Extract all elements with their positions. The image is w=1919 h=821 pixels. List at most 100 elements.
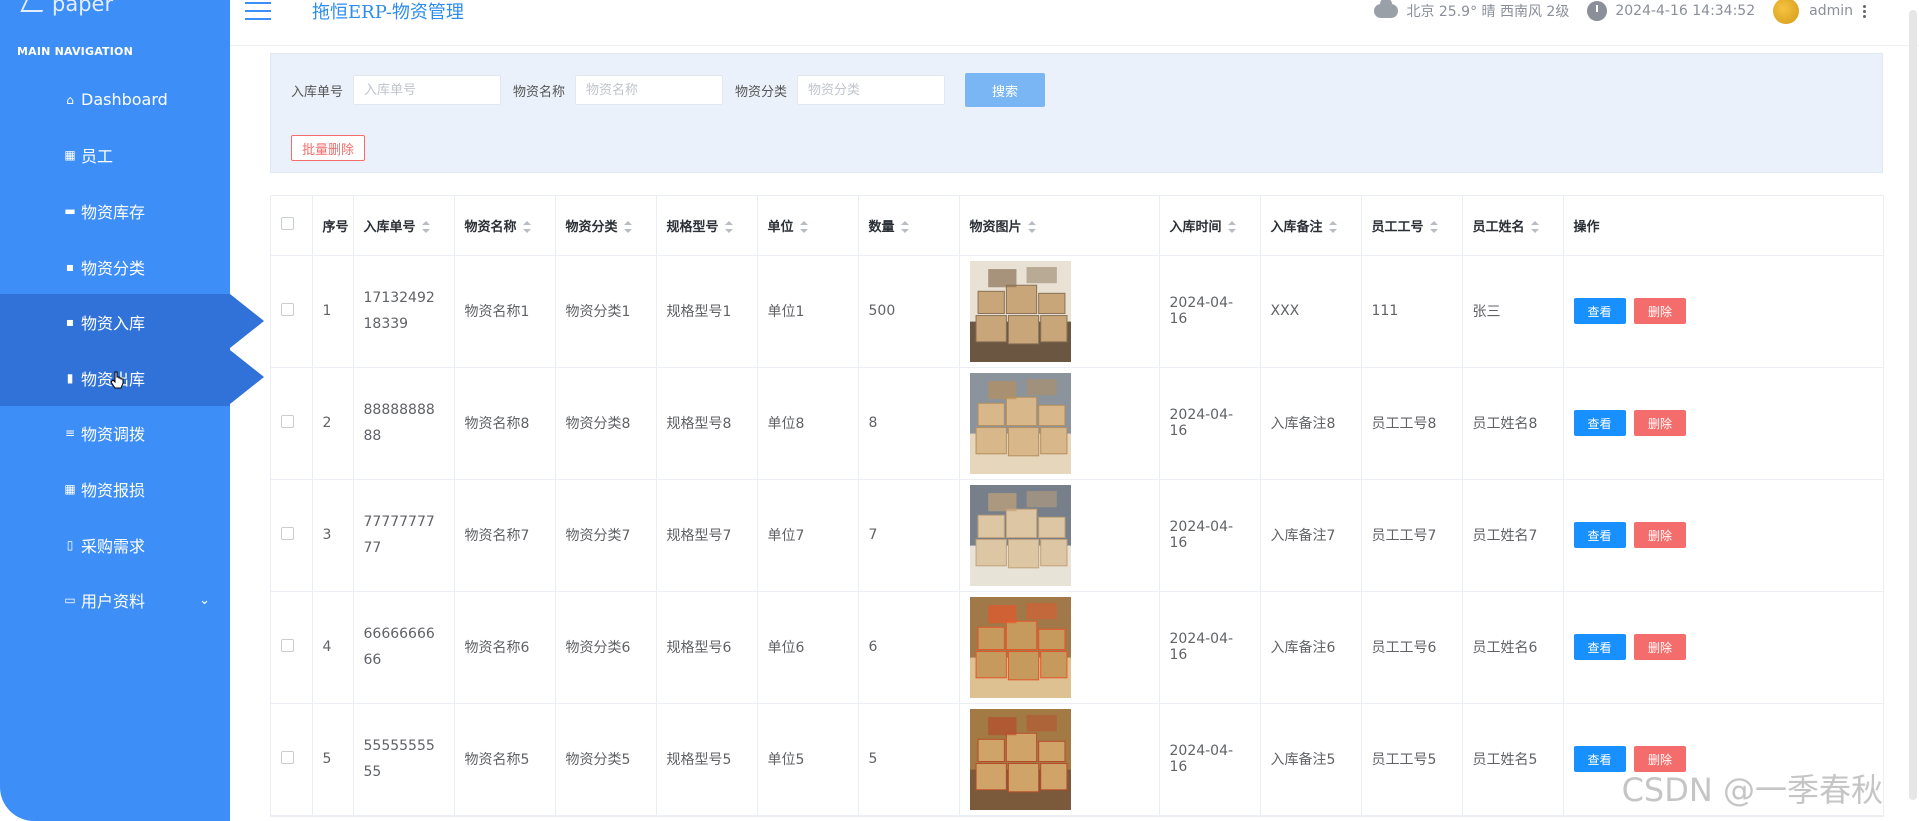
cell-name: 物资名称6 [454, 591, 556, 704]
cell-no: 5 [312, 703, 354, 816]
cell-spec: 规格型号7 [656, 479, 758, 592]
sort-icon[interactable] [724, 221, 733, 234]
cell-image [959, 591, 1160, 704]
stock-in-code-input[interactable] [353, 75, 502, 105]
sidebar-item-categories[interactable]: ▪ 物资分类 [0, 239, 230, 295]
cell-text: 入库备注7 [1270, 528, 1336, 544]
sidebar-item-purchase[interactable]: ▯ 采购需求 [0, 517, 230, 573]
sort-icon[interactable] [900, 221, 909, 234]
table-body: 1 1713249218339 物资名称1 物资分类1 规格型号1 单位1 500 2024… [271, 255, 1883, 816]
row-checkbox[interactable] [281, 750, 294, 764]
cell-text: 员工工号8 [1371, 416, 1437, 432]
delete-button[interactable]: 删除 [1633, 634, 1686, 660]
cell-name: 物资名称8 [454, 367, 556, 480]
sort-icon[interactable] [1328, 221, 1337, 234]
cell-name: 物资名称5 [454, 703, 556, 816]
table-header-row: 序号 入库单号 物资名称 物资分类 规格型号 单位 数量 物资图片 入库时间 入… [271, 196, 1883, 256]
cell-image [959, 479, 1160, 592]
row-select-cell [271, 703, 313, 816]
col-header[interactable]: 员工姓名 [1462, 196, 1564, 256]
search-button[interactable]: 搜索 [965, 73, 1046, 107]
sidebar-item-inventory[interactable]: ▬ 物资库存 [0, 183, 230, 239]
cell-text: 物资分类1 [565, 304, 631, 320]
material-category-input[interactable] [797, 75, 946, 105]
sidebar-item-label: 用户资料 [81, 592, 146, 612]
col-header-label: 员工工号 [1371, 219, 1424, 235]
col-header[interactable]: 物资图片 [959, 196, 1160, 256]
sidebar-item-user-profile[interactable]: ▭ 用户资料 ⌄ [0, 572, 230, 628]
material-photo[interactable] [969, 708, 1071, 810]
sort-icon[interactable] [1027, 221, 1036, 234]
menu-toggle-icon[interactable] [245, 2, 271, 20]
delete-button[interactable]: 删除 [1633, 298, 1686, 324]
sidebar-item-stock-in[interactable]: ▪ 物资入库 [0, 294, 264, 350]
col-header[interactable]: 入库时间 [1159, 196, 1261, 256]
col-header[interactable]: 入库单号 [353, 196, 455, 256]
cell-no: 4 [312, 591, 354, 704]
datetime-text: 2024-4-16 14:34:52 [1615, 3, 1756, 19]
batch-delete-button[interactable]: 批量删除 [291, 135, 366, 161]
select-all-checkbox[interactable] [281, 216, 294, 230]
row-checkbox[interactable] [281, 414, 294, 428]
row-checkbox[interactable] [281, 302, 294, 316]
cell-no: 2 [312, 367, 354, 480]
cell-text: 员工工号5 [1371, 752, 1437, 768]
username[interactable]: admin [1809, 3, 1853, 19]
sidebar-item-transfer[interactable]: ≡ 物资调拨 [0, 406, 230, 462]
material-photo[interactable] [969, 596, 1071, 698]
col-header[interactable]: 物资分类 [555, 196, 657, 256]
cell-category: 物资分类1 [555, 255, 657, 368]
sort-icon[interactable] [522, 221, 531, 234]
material-photo[interactable] [969, 372, 1071, 474]
material-name-input[interactable] [575, 75, 724, 105]
sort-icon[interactable] [623, 221, 632, 234]
view-button[interactable]: 查看 [1573, 410, 1626, 436]
col-header[interactable]: 入库备注 [1260, 196, 1362, 256]
delete-button[interactable]: 删除 [1633, 522, 1686, 548]
col-header[interactable]: 单位 [757, 196, 859, 256]
cell-spec: 规格型号6 [656, 591, 758, 704]
view-button[interactable]: 查看 [1573, 746, 1626, 772]
cell-unit: 单位1 [757, 255, 859, 368]
datetime-widget: 2024-4-16 14:34:52 [1587, 1, 1755, 21]
sort-icon[interactable] [1429, 221, 1438, 234]
sort-icon[interactable] [799, 221, 808, 234]
more-vertical-icon[interactable] [1863, 4, 1867, 18]
sort-icon[interactable] [1530, 221, 1539, 234]
mouse-cursor-icon [110, 371, 124, 389]
material-photo[interactable] [969, 260, 1071, 362]
grid-icon: ▦ [64, 481, 76, 496]
cell-category: 物资分类6 [555, 591, 657, 704]
view-button[interactable]: 查看 [1573, 298, 1626, 324]
cell-qty: 500 [858, 255, 960, 368]
col-header[interactable]: 物资名称 [454, 196, 556, 256]
sort-icon[interactable] [1227, 221, 1236, 234]
cell-no: 3 [312, 479, 354, 592]
view-button[interactable]: 查看 [1573, 634, 1626, 660]
cell-code: 1713249218339 [353, 255, 455, 368]
delete-button[interactable]: 删除 [1633, 410, 1686, 436]
page-scrollbar[interactable] [1907, 10, 1919, 810]
user-menu[interactable]: admin [1773, 0, 1867, 24]
cell-name: 物资名称1 [454, 255, 556, 368]
material-photo[interactable] [969, 484, 1071, 586]
view-button[interactable]: 查看 [1573, 522, 1626, 548]
cell-emp_name: 员工姓名8 [1462, 367, 1564, 480]
col-header[interactable]: 规格型号 [656, 196, 758, 256]
sidebar-item-dashboard[interactable]: ⌂ Dashboard [0, 72, 230, 128]
avatar[interactable] [1773, 0, 1800, 24]
col-header[interactable]: 员工工号 [1361, 196, 1463, 256]
row-checkbox[interactable] [281, 638, 294, 652]
sidebar-item-employees[interactable]: ▦ 员工 [0, 128, 230, 184]
sort-icon[interactable] [421, 221, 430, 234]
cell-text: 2 [322, 415, 332, 431]
cell-note: 入库备注8 [1260, 367, 1362, 480]
row-checkbox[interactable] [281, 526, 294, 540]
sidebar-item-label: 物资报损 [81, 480, 146, 500]
cell-text: 1 [322, 303, 332, 319]
cell-text: 员工姓名5 [1472, 752, 1538, 768]
sidebar-item-damage[interactable]: ▦ 物资报损 [0, 461, 230, 517]
search-label-category: 物资分类 [735, 84, 788, 100]
col-header[interactable]: 数量 [858, 196, 960, 256]
row-select-cell [271, 479, 313, 592]
